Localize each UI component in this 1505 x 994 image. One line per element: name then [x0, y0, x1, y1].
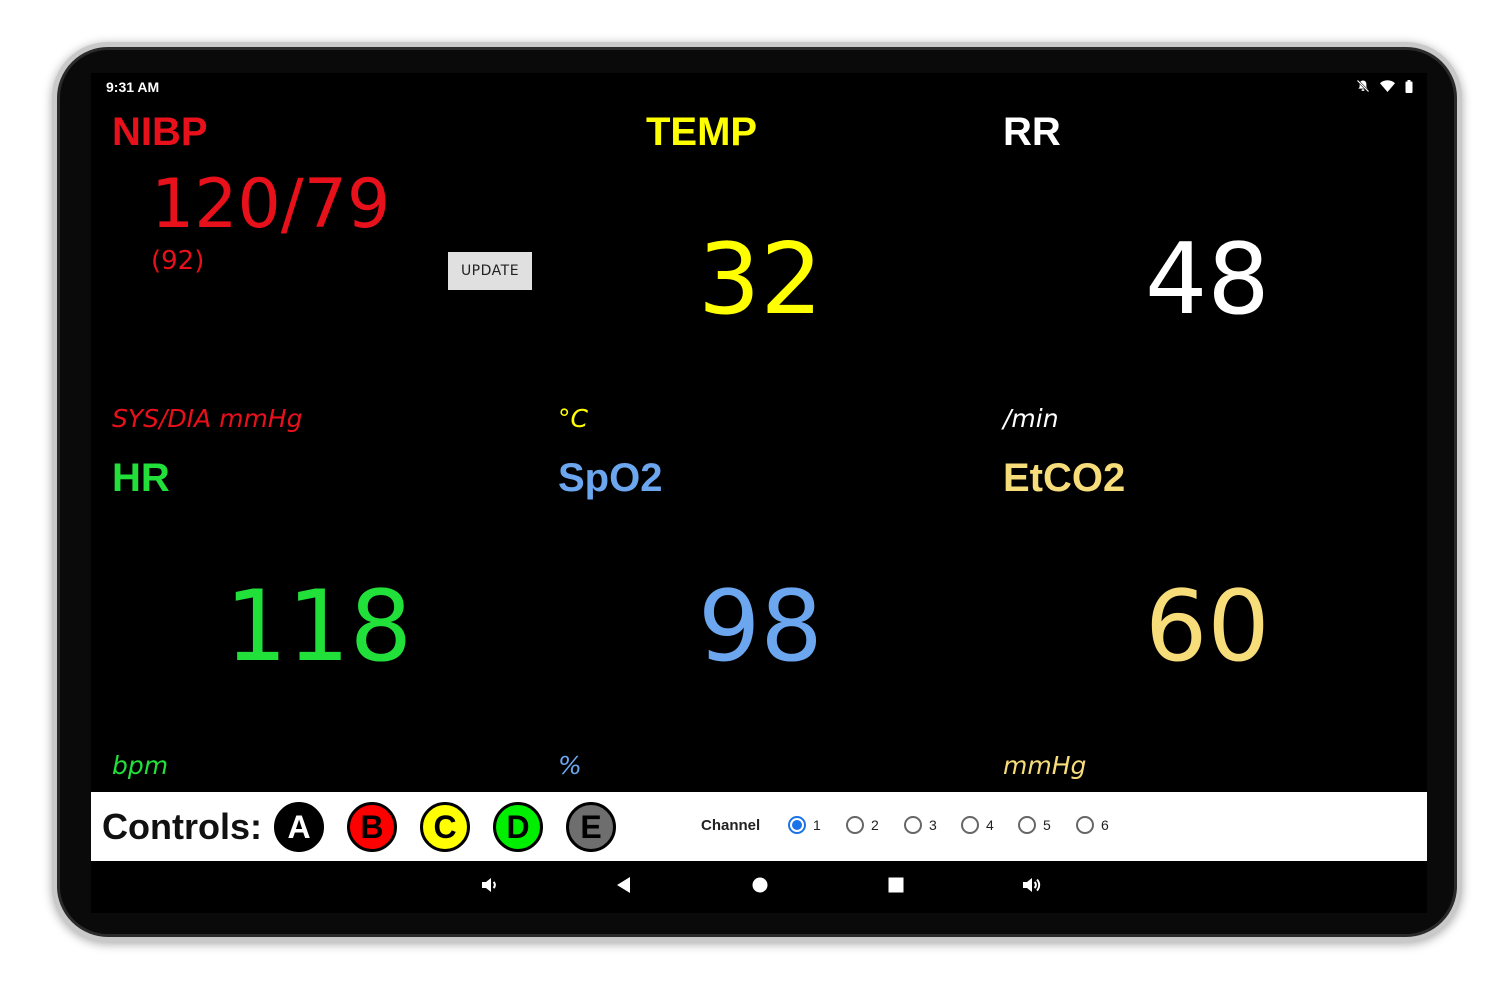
channel-label: Channel — [701, 817, 761, 834]
nibp-label: NIBP — [112, 110, 208, 154]
update-button[interactable]: UPDATE — [448, 252, 532, 290]
volume-up-icon[interactable] — [1021, 875, 1043, 895]
channel-radio-2[interactable]: 2 — [846, 816, 879, 834]
status-time: 9:31 AM — [106, 79, 160, 95]
radio-label: 1 — [813, 817, 821, 833]
channel-radio-4[interactable]: 4 — [961, 816, 994, 834]
radio-circle — [788, 816, 806, 834]
rr-label: RR — [1003, 110, 1061, 154]
control-button-a[interactable]: A — [274, 802, 324, 852]
nibp-unit: SYS/DIA mmHg — [112, 404, 303, 433]
temp-value: 32 — [698, 223, 823, 337]
hr-value: 118 — [225, 570, 413, 684]
hr-unit: bpm — [112, 751, 169, 780]
back-icon[interactable] — [615, 875, 633, 895]
volume-down-icon[interactable] — [479, 875, 499, 895]
nibp-value: 120/79 — [151, 165, 391, 244]
radio-label: 2 — [871, 817, 879, 833]
radio-label: 4 — [986, 817, 994, 833]
radio-label: 6 — [1101, 817, 1109, 833]
control-button-c[interactable]: C — [420, 802, 470, 852]
control-button-e[interactable]: E — [566, 802, 616, 852]
radio-circle — [904, 816, 922, 834]
rr-value: 48 — [1145, 223, 1270, 337]
control-button-b[interactable]: B — [347, 802, 397, 852]
etco2-label: EtCO2 — [1003, 456, 1126, 500]
spo2-value: 98 — [698, 570, 823, 684]
home-icon[interactable] — [751, 875, 769, 895]
channel-radio-5[interactable]: 5 — [1018, 816, 1051, 834]
temp-unit: °C — [558, 404, 588, 433]
temp-label: TEMP — [646, 110, 758, 154]
radio-circle — [846, 816, 864, 834]
navigation-bar — [91, 861, 1427, 913]
wifi-icon — [1380, 80, 1395, 92]
controls-label: Controls: — [102, 806, 262, 847]
spo2-unit: % — [558, 751, 582, 780]
status-bar: 9:31 AM — [91, 73, 1427, 103]
etco2-unit: mmHg — [1003, 751, 1087, 780]
rr-unit: /min — [1003, 404, 1059, 433]
radio-label: 3 — [929, 817, 937, 833]
notifications-off-icon — [1356, 79, 1370, 93]
controls-bar: Controls: A B C D E Channel 1 2 3 4 5 6 — [91, 792, 1427, 861]
channel-radio-1[interactable]: 1 — [788, 816, 821, 834]
hr-label: HR — [112, 456, 170, 500]
etco2-value: 60 — [1145, 570, 1270, 684]
battery-icon — [1405, 79, 1413, 93]
radio-circle — [961, 816, 979, 834]
radio-circle — [1076, 816, 1094, 834]
control-button-d[interactable]: D — [493, 802, 543, 852]
channel-radio-3[interactable]: 3 — [904, 816, 937, 834]
radio-circle — [1018, 816, 1036, 834]
channel-radio-6[interactable]: 6 — [1076, 816, 1109, 834]
monitor-screen: 9:31 AM NIBP 120/79 (92) UPDATE SYS/DIA … — [91, 73, 1427, 913]
spo2-label: SpO2 — [558, 456, 663, 500]
nibp-mean: (92) — [151, 246, 205, 276]
radio-label: 5 — [1043, 817, 1051, 833]
recents-icon[interactable] — [887, 875, 905, 895]
status-icons — [1356, 79, 1413, 93]
